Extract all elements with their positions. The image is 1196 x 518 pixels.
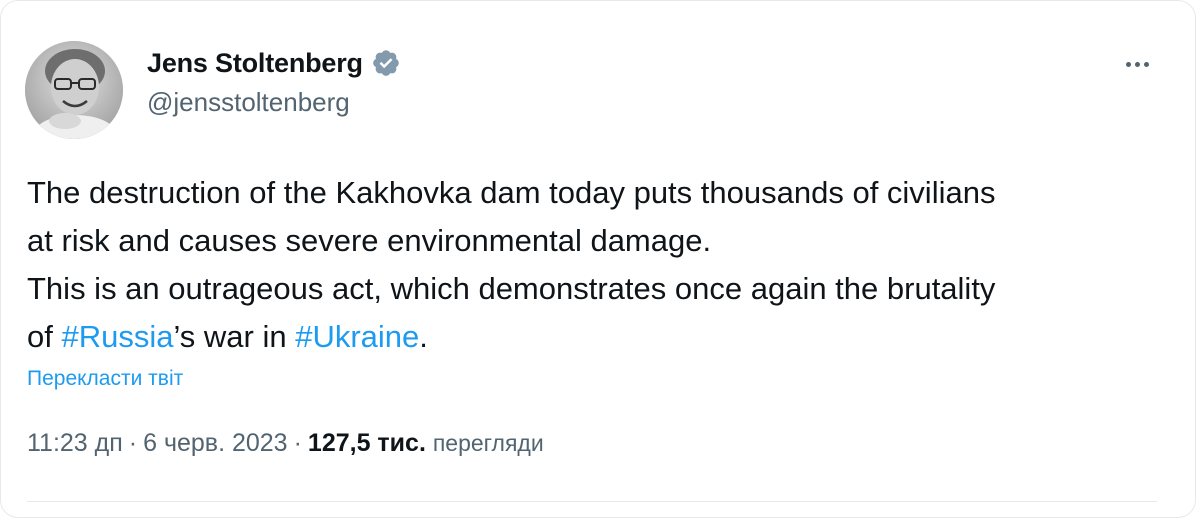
author-name-row: Jens Stoltenberg — [147, 45, 401, 81]
tweet-text-line: This is an outrageous act, which demonst… — [27, 271, 996, 306]
tweet-text-line: at risk and causes severe environmental … — [27, 223, 712, 258]
meta-separator: · — [128, 429, 138, 457]
hashtag-ukraine-link[interactable]: #Ukraine — [295, 319, 419, 354]
divider — [27, 501, 1157, 502]
verified-badge-icon[interactable] — [371, 48, 401, 78]
tweet-text-fragment: ’s war in — [173, 319, 296, 354]
tweet-time[interactable]: 11:23 дп — [27, 429, 123, 457]
tweet-card: Jens Stoltenberg @jensstoltenberg The de… — [0, 0, 1196, 518]
more-dot-icon — [1125, 61, 1131, 67]
tweet-text-line: of #Russia’s war in #Ukraine. — [27, 313, 1147, 361]
meta-separator: · — [293, 429, 302, 457]
author-handle[interactable]: @jensstoltenberg — [147, 87, 350, 118]
hashtag-russia-link[interactable]: #Russia — [61, 319, 173, 354]
tweet-text-fragment: . — [419, 319, 428, 354]
tweet-date[interactable]: 6 черв. 2023 — [143, 429, 287, 457]
views-label: перегляди — [432, 430, 544, 456]
tweet-text-line: The destruction of the Kakhovka dam toda… — [27, 175, 996, 210]
views-count[interactable]: 127,5 тис. — [308, 429, 426, 457]
more-dot-icon — [1134, 61, 1140, 67]
avatar-photo-icon — [25, 41, 123, 139]
more-options-button[interactable] — [1117, 49, 1157, 79]
translate-tweet-link[interactable]: Перекласти твіт — [27, 367, 183, 391]
avatar[interactable] — [25, 41, 123, 139]
tweet-text-fragment: of — [27, 319, 62, 354]
author-display-name[interactable]: Jens Stoltenberg — [147, 48, 363, 79]
tweet-text: The destruction of the Kakhovka dam toda… — [27, 169, 1147, 361]
tweet-meta: 11:23 дп · 6 черв. 2023 · 127,5 тис. перегля… — [27, 429, 544, 458]
more-dot-icon — [1143, 61, 1149, 67]
